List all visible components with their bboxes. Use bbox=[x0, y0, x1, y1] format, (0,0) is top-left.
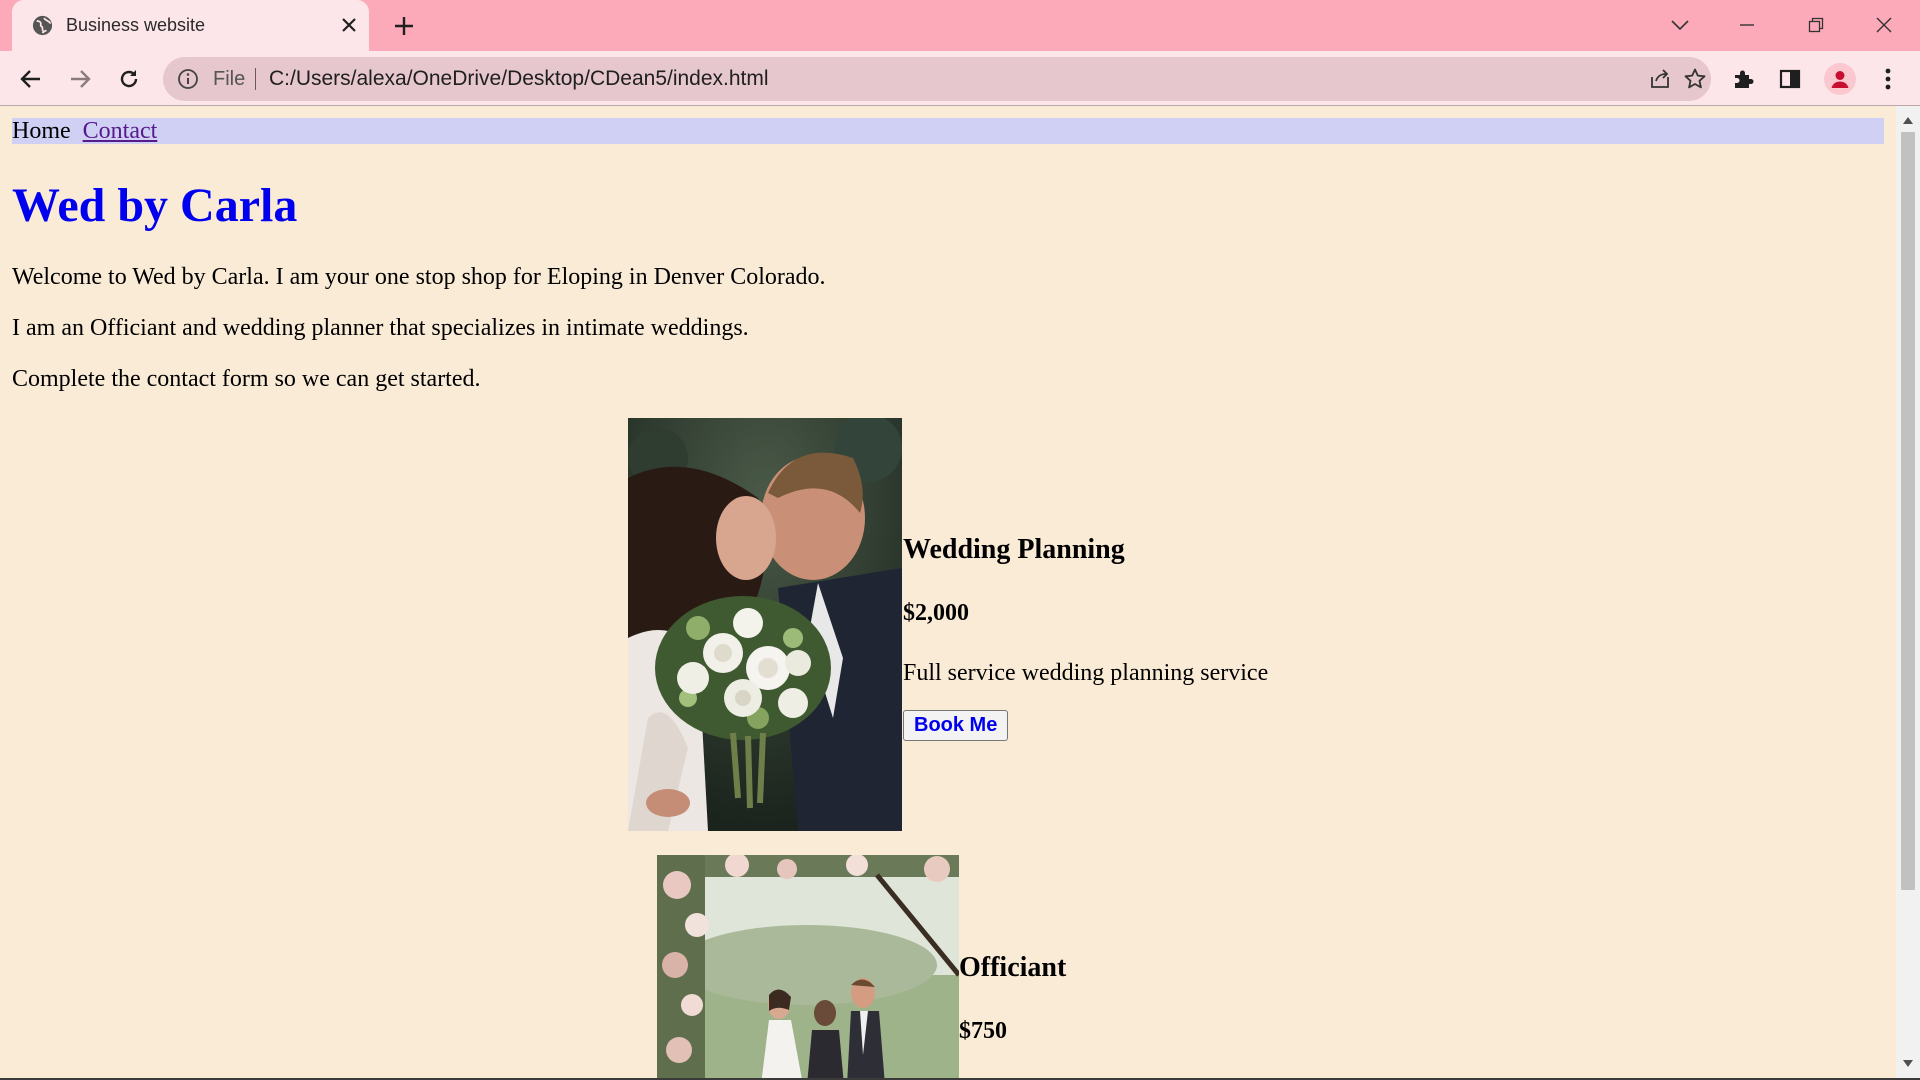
intro-paragraph-welcome: Welcome to Wed by Carla. I am your one s… bbox=[12, 264, 826, 290]
nav-home[interactable]: Home bbox=[12, 118, 71, 144]
profile-avatar-icon[interactable] bbox=[1824, 63, 1856, 95]
tab-strip: Business website bbox=[0, 0, 1920, 51]
service-price-officiant: $750 bbox=[959, 1018, 1007, 1044]
book-me-button[interactable]: Book Me bbox=[903, 710, 1009, 741]
service-description-wedding-planning: Full service wedding planning service bbox=[903, 660, 1269, 686]
close-tab-icon[interactable] bbox=[337, 13, 361, 37]
wedding-couple-bouquet-image bbox=[628, 418, 902, 831]
forward-arrow-icon[interactable] bbox=[63, 62, 97, 96]
scheme-label: File bbox=[213, 68, 246, 90]
intro-paragraph-officiant: I am an Officiant and wedding planner th… bbox=[12, 315, 749, 341]
scrollbar-thumb[interactable] bbox=[1901, 132, 1915, 890]
service-title-wedding-planning: Wedding Planning bbox=[903, 534, 1125, 565]
browser-tab[interactable]: Business website bbox=[12, 0, 369, 51]
share-icon[interactable] bbox=[1648, 67, 1672, 91]
tab-title: Business website bbox=[66, 15, 206, 35]
reload-icon[interactable] bbox=[112, 62, 146, 96]
page-viewport: Home Contact Wed by Carla Welcome to Wed… bbox=[0, 106, 1896, 1078]
menu-kebab-icon[interactable] bbox=[1874, 65, 1902, 93]
bookmark-star-icon[interactable] bbox=[1683, 67, 1707, 91]
close-window-icon[interactable] bbox=[1868, 10, 1900, 40]
tab-search-chevron-icon[interactable] bbox=[1664, 10, 1696, 40]
url-text[interactable]: C:/Users/alexa/OneDrive/Desktop/CDean5/i… bbox=[269, 67, 769, 91]
nav-contact-link[interactable]: Contact bbox=[83, 118, 158, 144]
site-nav-bar: Home Contact bbox=[12, 118, 1884, 144]
restore-icon[interactable] bbox=[1800, 10, 1832, 40]
side-panel-icon[interactable] bbox=[1776, 65, 1804, 93]
globe-icon bbox=[31, 14, 54, 37]
minimize-icon[interactable] bbox=[1731, 10, 1763, 40]
browser-toolbar: File C:/Users/alexa/OneDrive/Desktop/CDe… bbox=[0, 51, 1920, 106]
address-divider bbox=[255, 68, 256, 90]
vertical-scrollbar[interactable] bbox=[1896, 106, 1920, 1078]
scroll-down-arrow-icon[interactable] bbox=[1902, 1058, 1914, 1070]
service-price-wedding-planning: $2,000 bbox=[903, 600, 969, 626]
intro-paragraph-contact: Complete the contact form so we can get … bbox=[12, 366, 481, 392]
info-icon[interactable] bbox=[177, 68, 199, 90]
address-bar[interactable]: File C:/Users/alexa/OneDrive/Desktop/CDe… bbox=[163, 57, 1711, 101]
back-arrow-icon[interactable] bbox=[14, 62, 48, 96]
scroll-up-arrow-icon[interactable] bbox=[1902, 114, 1914, 126]
service-title-officiant: Officiant bbox=[959, 952, 1067, 983]
ceremony-arch-image bbox=[657, 855, 959, 1078]
extensions-puzzle-icon[interactable] bbox=[1729, 65, 1757, 93]
new-tab-icon[interactable] bbox=[390, 12, 418, 40]
page-title: Wed by Carla bbox=[12, 179, 298, 232]
